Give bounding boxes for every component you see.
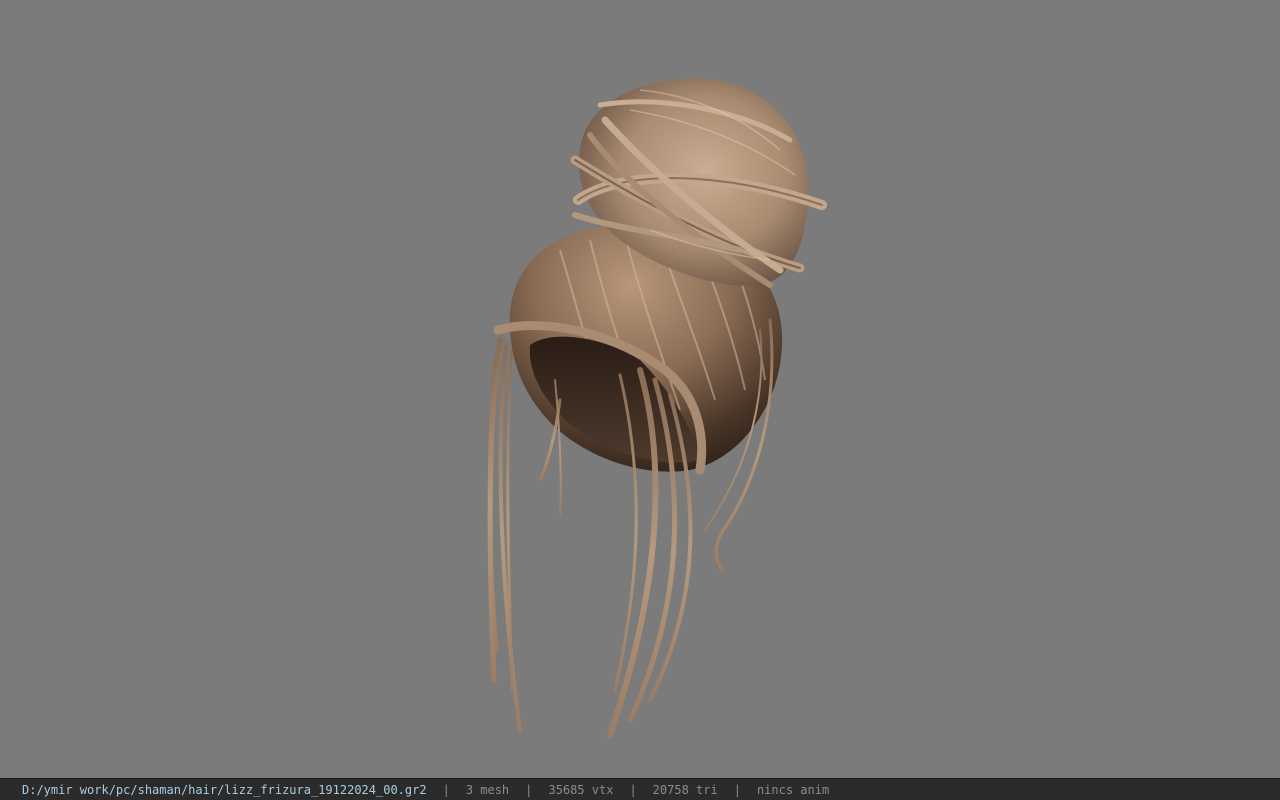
vertex-count: 35685 vtx [548, 782, 614, 797]
3d-viewport[interactable] [0, 0, 1280, 778]
separator: | [629, 782, 637, 797]
left-strands [487, 337, 522, 732]
separator: | [442, 782, 450, 797]
hair-model [487, 78, 827, 738]
mesh-count: 3 mesh [465, 782, 510, 797]
separator: | [733, 782, 741, 797]
status-bar: D:/ymir work/pc/shaman/hair/lizz_frizura… [0, 778, 1280, 800]
animation-status: nincs anim [756, 782, 830, 797]
file-path: D:/ymir work/pc/shaman/hair/lizz_frizura… [22, 782, 427, 797]
separator: | [525, 782, 533, 797]
triangle-count: 20758 tri [652, 782, 718, 797]
